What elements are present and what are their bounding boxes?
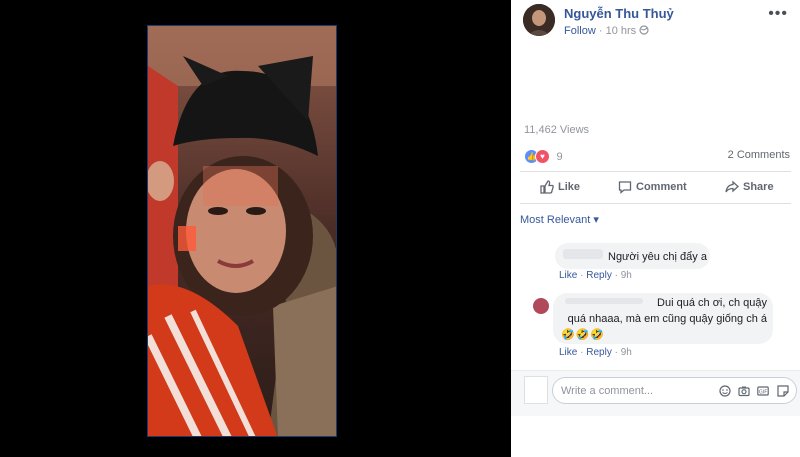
comment-meta: Like · Reply · 9h xyxy=(559,347,632,358)
follow-link[interactable]: Follow xyxy=(564,25,596,37)
composer-avatar xyxy=(524,376,548,404)
comment-time[interactable]: 9h xyxy=(621,270,632,281)
commenter-name-redacted xyxy=(565,298,643,304)
comment-like-link[interactable]: Like xyxy=(559,347,577,358)
comment-input-placeholder: Write a comment... xyxy=(561,385,654,397)
comment-meta: Like · Reply · 9h xyxy=(559,270,632,281)
emoji-icon[interactable] xyxy=(719,385,731,397)
more-options-button[interactable]: ••• xyxy=(768,5,788,23)
post-action-bar: Like Comment Share xyxy=(520,171,791,204)
share-arrow-icon xyxy=(725,180,739,193)
share-button-label: Share xyxy=(743,180,774,193)
comment-sort-dropdown[interactable]: Most Relevant ▾ xyxy=(520,213,599,226)
share-button[interactable]: Share xyxy=(725,180,774,194)
comment-bubble[interactable]: Dui quá ch ơi, ch quậy quá nhaaa, mà em … xyxy=(553,293,773,344)
commenter-name-redacted xyxy=(563,249,603,259)
comment-bubble[interactable]: Người yêu chị đẩy a xyxy=(555,243,710,269)
sticker-icon[interactable] xyxy=(777,385,789,397)
comment-emoji: 🤣🤣🤣 xyxy=(561,329,606,341)
comment-text-line: Dui quá ch ơi, ch quậy xyxy=(657,297,767,309)
comment-like-link[interactable]: Like xyxy=(559,270,577,281)
like-button-label: Like xyxy=(558,180,581,193)
thumbs-up-icon xyxy=(540,180,554,194)
comment-composer: Write a comment... GIF xyxy=(511,370,800,416)
meta-separator: · xyxy=(598,25,603,37)
post-side-panel: Nguyễn Thu Thuỷ Follow · 10 hrs ••• 11,4… xyxy=(511,0,800,457)
like-button[interactable]: Like xyxy=(540,180,580,194)
post-time[interactable]: 10 hrs xyxy=(606,25,637,37)
comment-text: Người yêu chị đẩy a xyxy=(608,251,707,263)
comment-input[interactable]: Write a comment... GIF xyxy=(552,377,797,404)
post-photo[interactable] xyxy=(147,25,337,437)
camera-icon[interactable] xyxy=(738,385,750,397)
photo-image xyxy=(148,26,336,436)
comments-count-link[interactable]: 2 Comments xyxy=(728,149,790,161)
commenter-avatar[interactable] xyxy=(533,298,549,314)
reaction-count: 9 xyxy=(556,150,563,163)
comment-reply-link[interactable]: Reply xyxy=(586,270,612,281)
author-name[interactable]: Nguyễn Thu Thuỷ xyxy=(564,6,674,21)
comments-list: Người yêu chị đẩy a Like · Reply · 9h Du… xyxy=(511,235,800,457)
comment-reply-link[interactable]: Reply xyxy=(586,347,612,358)
svg-text:GIF: GIF xyxy=(759,390,767,396)
comment-text-line: quá nhaaa, mà em cũng quậy giống ch á xyxy=(567,313,767,325)
comment-bubble-icon xyxy=(618,181,632,194)
view-count: 11,462 Views xyxy=(524,124,590,136)
reactions-summary[interactable]: 👍 ♥ 9 xyxy=(524,148,563,165)
love-reaction-icon: ♥ xyxy=(535,149,550,165)
post-meta-row: Follow · 10 hrs xyxy=(564,25,649,37)
comment-button-label: Comment xyxy=(636,180,687,193)
gif-icon[interactable]: GIF xyxy=(757,385,769,397)
privacy-globe-icon xyxy=(639,25,649,37)
photo-viewer xyxy=(0,0,511,457)
comment-button[interactable]: Comment xyxy=(618,180,687,194)
comment-time[interactable]: 9h xyxy=(621,347,632,358)
author-avatar[interactable] xyxy=(523,4,555,36)
